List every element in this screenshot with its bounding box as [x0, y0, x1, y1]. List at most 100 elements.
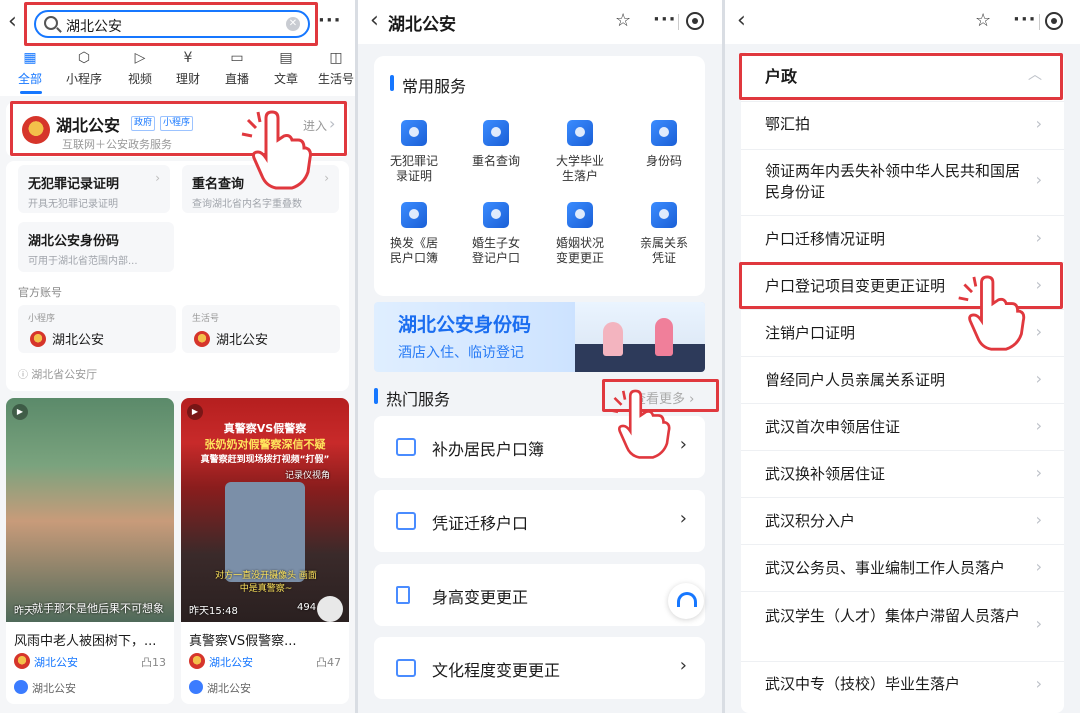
- customer-service-icon[interactable]: [668, 583, 704, 619]
- list-item[interactable]: 武汉换补领居住证 ›: [741, 451, 1064, 498]
- id-code-banner[interactable]: 湖北公安身份码 酒店入住、临访登记: [374, 302, 705, 372]
- phone-screen-image: [225, 482, 305, 582]
- tab-video[interactable]: ▷ 视频: [116, 50, 164, 87]
- list-item[interactable]: 武汉首次申领居住证 ›: [741, 404, 1064, 451]
- height-icon: [396, 586, 410, 604]
- chevron-right-icon: ›: [1035, 322, 1042, 341]
- section-accent: [374, 388, 378, 404]
- list-item[interactable]: 领证两年内丢失补领中华人民共和国居民身份证 ›: [741, 150, 1064, 216]
- video-thumbnail: [6, 398, 174, 622]
- video-time: 昨天15:48: [189, 606, 238, 617]
- like-number: 47: [327, 656, 341, 669]
- like-count[interactable]: 凸13: [141, 654, 166, 670]
- service-card-id-code[interactable]: 湖北公安身份码 可用于湖北省范围内部...: [18, 222, 174, 272]
- chevron-right-icon: ›: [1035, 463, 1042, 482]
- result-tabs: ▦ 全部 ⬡ 小程序 ▷ 视频 ¥ 理财 ▭ 直播 ▤ 文章 ◫ 生活号: [0, 50, 355, 90]
- list-item[interactable]: 户口迁移情况证明 ›: [741, 216, 1064, 263]
- police-emblem-icon: [22, 116, 50, 144]
- service-child-register[interactable]: 婚生子女登记户口: [456, 202, 536, 266]
- group-header-hukou[interactable]: 户政 ︿: [741, 52, 1064, 102]
- edit-icon[interactable]: [317, 596, 343, 622]
- video-headline-2: 张奶奶对假警察深信不疑: [204, 438, 326, 451]
- tab-finance[interactable]: ¥ 理财: [164, 50, 212, 87]
- video-author[interactable]: 湖北公安: [189, 653, 253, 670]
- police-emblem-icon: [194, 331, 210, 347]
- enter-link[interactable]: 进入: [303, 117, 327, 134]
- tab-label: 小程序: [65, 72, 102, 86]
- video-card-2[interactable]: ▶ 真警察VS假警察 张奶奶对假警察深信不疑 真警察赶到现场拨打视频“打假” 记…: [181, 398, 349, 704]
- service-label: 身份码: [645, 154, 682, 168]
- service-name-query[interactable]: 重名查询: [456, 120, 536, 169]
- service-id-code[interactable]: 身份码: [624, 120, 704, 169]
- star-icon[interactable]: ☆: [975, 10, 991, 31]
- tab-all[interactable]: ▦ 全部: [6, 50, 54, 87]
- video-card-1[interactable]: ▶ 昨天 就手那不是他后果不可想象 风雨中老人被困树下，... 湖北公安 凸13…: [6, 398, 174, 704]
- like-count[interactable]: 凸47: [316, 654, 341, 670]
- chevron-right-icon: ›: [1035, 557, 1042, 576]
- service-desc: 开具无犯罪记录证明: [28, 199, 118, 210]
- police-icon: [401, 120, 427, 146]
- list-item[interactable]: 武汉公务员、事业编制工作人员落户 ›: [741, 545, 1064, 592]
- play-icon: ▷: [134, 50, 146, 66]
- service-graduate-settle[interactable]: 大学毕业生落户: [540, 120, 620, 184]
- see-more-link[interactable]: 查看更多 ›: [633, 388, 694, 407]
- more-icon[interactable]: ···: [1013, 9, 1037, 30]
- tab-life[interactable]: ◫ 生活号: [312, 50, 355, 87]
- service-relative-proof[interactable]: 亲属关系凭证: [624, 202, 704, 266]
- video-author[interactable]: 湖北公安: [14, 653, 78, 670]
- service-reissue-hukou[interactable]: 换发《居民户口簿: [374, 202, 454, 266]
- chevron-right-icon: ›: [1035, 674, 1042, 693]
- back-icon[interactable]: ‹: [737, 8, 746, 33]
- service-card-name-query[interactable]: 重名查询 查询湖北省内名字重叠数 ›: [182, 165, 339, 213]
- id-card-icon: [396, 512, 416, 530]
- hot-item-reissue-hukou[interactable]: 补办居民户口簿 ›: [374, 416, 705, 478]
- list-item-label: 领证两年内丢失补领中华人民共和国居民身份证: [765, 162, 1021, 201]
- close-miniapp-icon[interactable]: [1045, 12, 1063, 30]
- tab-miniapp[interactable]: ⬡ 小程序: [60, 50, 108, 87]
- back-icon[interactable]: ‹: [8, 9, 17, 34]
- chevron-right-icon: ›: [329, 114, 336, 133]
- clear-icon[interactable]: ✕: [286, 17, 300, 31]
- tab-article[interactable]: ▤ 文章: [262, 50, 310, 87]
- hot-item-height-change[interactable]: 身高变更更正: [374, 564, 705, 626]
- service-label: 婚姻状况变更更正: [555, 236, 604, 265]
- tab-live[interactable]: ▭ 直播: [213, 50, 261, 87]
- hot-item-label: 凭证迁移户口: [432, 514, 529, 533]
- banner-subtitle: 酒店入住、临访登记: [398, 345, 524, 361]
- list-item[interactable]: 武汉中专（技校）毕业生落户 ›: [741, 662, 1064, 710]
- account-card-life[interactable]: 生活号 湖北公安: [182, 305, 340, 353]
- author-name: 湖北公安: [209, 656, 253, 669]
- service-label: 亲属关系凭证: [639, 236, 688, 265]
- service-title: 无犯罪记录证明: [28, 177, 120, 192]
- list-item[interactable]: 曾经同户人员亲属关系证明 ›: [741, 357, 1064, 404]
- hot-item-education-change[interactable]: 文化程度变更更正 ›: [374, 637, 705, 699]
- list-item[interactable]: 武汉积分入户 ›: [741, 498, 1064, 545]
- chevron-right-icon: ›: [1035, 275, 1042, 294]
- link-icon: [14, 680, 28, 694]
- baby-icon: [483, 202, 509, 228]
- account-name: 湖北公安: [216, 333, 269, 348]
- chevron-right-icon: ›: [689, 392, 695, 407]
- list-item[interactable]: 鄂汇拍 ›: [741, 102, 1064, 150]
- banner-illustration: [575, 302, 705, 372]
- star-icon[interactable]: ☆: [615, 10, 631, 31]
- service-marriage-change[interactable]: 婚姻状况变更更正: [540, 202, 620, 266]
- list-item[interactable]: 注销户口证明 ›: [741, 310, 1064, 357]
- video-views: 494: [297, 602, 317, 613]
- list-item[interactable]: 武汉学生（人才）集体户滞留人员落户 ›: [741, 592, 1064, 662]
- thumb-up-icon: 凸: [141, 656, 152, 669]
- search-input[interactable]: 湖北公安 ✕: [34, 10, 310, 38]
- more-icon[interactable]: ···: [653, 9, 677, 30]
- more-icon[interactable]: ···: [318, 10, 342, 31]
- service-desc: 可用于湖北省范围内部...: [28, 256, 138, 267]
- hot-item-migrate-hukou[interactable]: 凭证迁移户口 ›: [374, 490, 705, 552]
- account-name: 湖北公安: [52, 333, 105, 348]
- service-criminal-record[interactable]: 无犯罪记录证明: [374, 120, 454, 184]
- police-emblem-icon: [30, 331, 46, 347]
- close-miniapp-icon[interactable]: [686, 12, 704, 30]
- hot-item-label: 文化程度变更更正: [432, 661, 561, 680]
- list-item[interactable]: 户口登记项目变更更正证明 ›: [741, 263, 1064, 310]
- service-card-criminal-record[interactable]: 无犯罪记录证明 开具无犯罪记录证明 ›: [18, 165, 170, 213]
- back-icon[interactable]: ‹: [370, 8, 379, 33]
- account-card-miniapp[interactable]: 小程序 湖北公安: [18, 305, 176, 353]
